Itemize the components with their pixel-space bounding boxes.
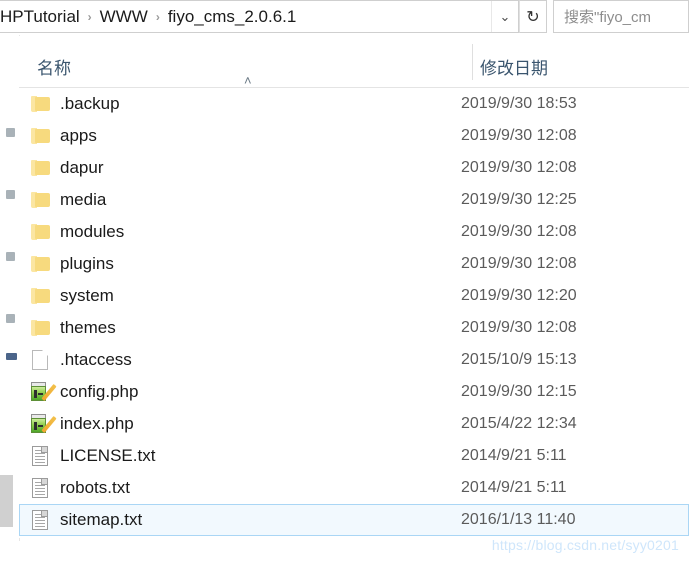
file-date-modified: 2016/1/13 11:40 (461, 511, 576, 528)
column-header-date-modified[interactable]: 修改日期 (480, 54, 548, 79)
file-date-modified: 2019/9/30 18:53 (461, 95, 577, 112)
file-date-modified: 2019/9/30 12:08 (461, 319, 577, 336)
folder-icon (20, 120, 60, 152)
text-file-icon (20, 440, 60, 472)
breadcrumb-item-www[interactable]: WWW (96, 7, 152, 27)
folder-icon (20, 280, 60, 312)
file-date-modified: 2019/9/30 12:15 (461, 383, 577, 400)
file-date-modified: 2019/9/30 12:08 (461, 223, 577, 240)
folder-icon (20, 248, 60, 280)
table-row[interactable]: media 2019/9/30 12:25 (19, 184, 689, 216)
breadcrumb-bar[interactable]: HPTutorial › WWW › fiyo_cms_2.0.6.1 ⌄ (0, 0, 519, 33)
breadcrumb-separator-icon[interactable]: › (152, 7, 164, 27)
file-date-modified: 2019/9/30 12:25 (461, 191, 577, 208)
breadcrumb-item-phptutorial[interactable]: HPTutorial (0, 7, 84, 27)
file-date-modified: 2019/9/30 12:08 (461, 127, 577, 144)
column-divider[interactable] (472, 44, 473, 80)
table-row[interactable]: dapur 2019/9/30 12:08 (19, 152, 689, 184)
file-explorer-window: HPTutorial › WWW › fiyo_cms_2.0.6.1 ⌄ ↻ … (0, 0, 689, 569)
table-row[interactable]: themes 2019/9/30 12:08 (19, 312, 689, 344)
breadcrumb: HPTutorial › WWW › fiyo_cms_2.0.6.1 (0, 7, 491, 27)
nav-tree-item-icon[interactable] (6, 353, 17, 360)
file-date-modified: 2019/9/30 12:08 (461, 159, 577, 176)
file-name: index.php (60, 414, 134, 433)
breadcrumb-item-fiyo-cms[interactable]: fiyo_cms_2.0.6.1 (164, 7, 301, 27)
file-name: .htaccess (60, 350, 132, 369)
file-name: apps (60, 126, 97, 145)
file-name: plugins (60, 254, 114, 273)
watermark: https://blog.csdn.net/syy0201 (491, 537, 679, 553)
folder-icon (20, 184, 60, 216)
table-row[interactable]: plugins 2019/9/30 12:08 (19, 248, 689, 280)
php-file-icon (20, 376, 60, 408)
folder-icon (20, 88, 60, 120)
text-file-icon (20, 472, 60, 504)
file-name: sitemap.txt (60, 510, 143, 529)
table-row[interactable]: system 2019/9/30 12:20 (19, 280, 689, 312)
file-name: dapur (60, 158, 104, 177)
table-row[interactable]: LICENSE.txt 2014/9/21 5:11 (19, 440, 689, 472)
file-name: system (60, 286, 114, 305)
file-name: themes (60, 318, 116, 337)
address-bar: HPTutorial › WWW › fiyo_cms_2.0.6.1 ⌄ ↻ … (0, 0, 689, 35)
folder-icon (20, 312, 60, 344)
refresh-icon[interactable]: ↻ (519, 0, 547, 33)
search-input[interactable]: 搜索"fiyo_cm (553, 0, 689, 33)
nav-tree-item-icon[interactable] (6, 252, 15, 261)
nav-tree-item-icon[interactable] (6, 314, 15, 323)
column-header-name[interactable]: 名称 (37, 54, 71, 79)
php-file-icon (20, 408, 60, 440)
blank-page-icon (20, 344, 60, 376)
nav-tree-item-icon[interactable] (6, 190, 15, 199)
table-row[interactable]: robots.txt 2014/9/21 5:11 (19, 472, 689, 504)
chevron-down-icon[interactable]: ⌄ (491, 1, 518, 32)
table-row[interactable]: index.php 2015/4/22 12:34 (19, 408, 689, 440)
nav-tree-item-icon[interactable] (6, 128, 15, 137)
file-name: .backup (60, 94, 120, 113)
table-row[interactable]: modules 2019/9/30 12:08 (19, 216, 689, 248)
file-name: config.php (60, 382, 139, 401)
search-placeholder: 搜索"fiyo_cm (564, 9, 652, 26)
file-date-modified: 2019/9/30 12:20 (461, 287, 577, 304)
table-row[interactable]: .backup 2019/9/30 18:53 (19, 88, 689, 120)
file-list[interactable]: .backup 2019/9/30 18:53 apps 2019/9/30 1… (19, 88, 689, 538)
file-date-modified: 2015/4/22 12:34 (461, 415, 577, 432)
table-row[interactable]: apps 2019/9/30 12:08 (19, 120, 689, 152)
file-name: robots.txt (60, 478, 130, 497)
text-file-icon (20, 504, 60, 536)
table-row[interactable]: .htaccess 2015/10/9 15:13 (19, 344, 689, 376)
sort-ascending-icon[interactable]: ˄ (244, 74, 252, 87)
file-name: media (60, 190, 107, 209)
file-date-modified: 2015/10/9 15:13 (461, 351, 577, 368)
breadcrumb-separator-icon[interactable]: › (84, 7, 96, 27)
navigation-pane-scrollbar[interactable] (0, 475, 13, 527)
table-row[interactable]: config.php 2019/9/30 12:15 (19, 376, 689, 408)
column-header-row: ˄ 名称 修改日期 (19, 36, 689, 88)
folder-icon (20, 216, 60, 248)
table-row[interactable]: sitemap.txt 2016/1/13 11:40 (19, 504, 689, 536)
file-name: LICENSE.txt (60, 446, 156, 465)
file-date-modified: 2014/9/21 5:11 (461, 479, 567, 496)
file-date-modified: 2014/9/21 5:11 (461, 447, 567, 464)
file-date-modified: 2019/9/30 12:08 (461, 255, 577, 272)
folder-icon (20, 152, 60, 184)
navigation-pane[interactable] (0, 35, 20, 569)
file-name: modules (60, 222, 125, 241)
